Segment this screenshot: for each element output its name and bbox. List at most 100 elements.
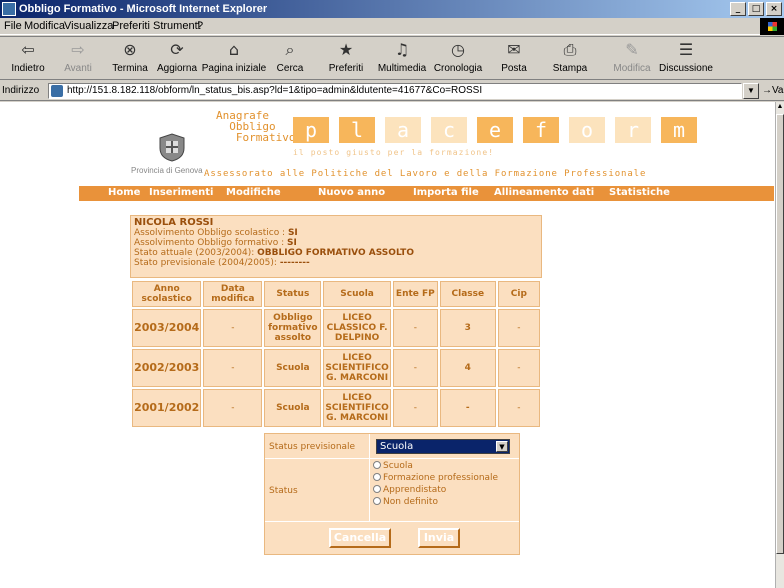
print-button[interactable]: ⎙ Stampa <box>542 39 598 74</box>
student-name: NICOLA ROSSI <box>134 217 214 228</box>
mail-button[interactable]: ✉ Posta <box>486 39 542 74</box>
refresh-button[interactable]: ⟳ Aggiorna <box>149 39 205 74</box>
nav-inserimenti[interactable]: Inserimenti <box>149 187 213 198</box>
nav-allineamento-dati[interactable]: Allineamento dati <box>494 187 594 198</box>
slogan: il posto giusto per la formazione! <box>293 148 495 157</box>
ie-icon <box>2 2 16 16</box>
search-icon: ⌕ <box>285 40 295 59</box>
radio-formazione-professionale[interactable]: Formazione professionale <box>373 472 498 484</box>
col-anno: Anno scolastico <box>132 281 202 307</box>
col-ente-fp: Ente FP <box>392 281 438 307</box>
cancel-button[interactable]: Cancella <box>329 528 391 548</box>
nav-home[interactable]: Home <box>108 187 140 198</box>
nav-nuovo-anno[interactable]: Nuovo anno <box>318 187 385 198</box>
discussion-button[interactable]: ☰ Discussione <box>658 39 714 74</box>
scroll-up-icon[interactable]: ▲ <box>776 102 784 112</box>
form-divider <box>369 434 370 521</box>
address-label: Indirizzo <box>2 85 40 96</box>
province-name: Provincia di Genova <box>131 166 203 175</box>
forward-button[interactable]: ⇨ Avanti <box>50 39 106 74</box>
mail-icon: ✉ <box>507 40 521 59</box>
favorites-icon: ★ <box>338 40 354 59</box>
assessorato-title: Assessorato alle Politiche del Lavoro e … <box>204 169 647 179</box>
menu-preferiti[interactable]: Preferiti <box>112 20 150 32</box>
radio-button[interactable] <box>373 473 381 481</box>
table-header-row: Anno scolastico Data modifica Status Scu… <box>132 281 540 307</box>
browser-window: Obbligo Formativo - Microsoft Internet E… <box>0 0 784 588</box>
province-crest-icon <box>159 133 185 162</box>
media-button[interactable]: ♫ Multimedia <box>374 39 430 74</box>
radio-non-definito[interactable]: Non definito <box>373 496 498 508</box>
status-label: Status <box>269 486 298 496</box>
forward-arrow-icon: ⇨ <box>71 40 85 59</box>
menu-strumenti[interactable]: Strumenti <box>153 20 200 32</box>
radio-button[interactable] <box>373 485 381 493</box>
minimize-icon[interactable]: _ <box>730 2 746 16</box>
col-scuola: Scuola <box>323 281 391 307</box>
menu-file[interactable]: File <box>4 20 22 32</box>
radio-button[interactable] <box>373 497 381 505</box>
scroll-thumb[interactable] <box>776 114 784 554</box>
media-icon: ♫ <box>394 40 410 59</box>
menu-visualizza[interactable]: Visualizza <box>64 20 113 32</box>
home-icon: ⌂ <box>228 40 240 59</box>
obbligo-scolastico-line: Assolvimento Obbligo scolastico : SI <box>134 228 298 238</box>
favorites-button[interactable]: ★ Preferiti <box>318 39 374 74</box>
page-content: Provincia di Genova Anagrafe Obbligo For… <box>0 102 775 588</box>
home-button[interactable]: ⌂ Pagina iniziale <box>200 39 268 74</box>
stato-attuale-line: Stato attuale (2003/2004): OBBLIGO FORMA… <box>134 248 414 258</box>
windows-logo-icon <box>760 18 784 35</box>
main-nav: Home Inserimenti Modifiche Nuovo anno Im… <box>79 186 774 201</box>
history-button[interactable]: ◷ Cronologia <box>430 39 486 74</box>
title-bar: Obbligo Formativo - Microsoft Internet E… <box>0 0 784 18</box>
status-previsionale-select[interactable]: Scuola ▼ <box>376 439 510 454</box>
vertical-scrollbar[interactable]: ▲ <box>775 102 784 588</box>
nav-modifiche[interactable]: Modifiche <box>226 187 281 198</box>
search-button[interactable]: ⌕ Cerca <box>262 39 318 74</box>
edit-button[interactable]: ✎ Modifica <box>604 39 660 74</box>
col-status: Status <box>264 281 322 307</box>
refresh-icon: ⟳ <box>170 40 184 59</box>
address-dropdown-icon[interactable]: ▼ <box>743 83 759 99</box>
close-icon[interactable]: × <box>766 2 782 16</box>
address-input[interactable]: http://151.8.182.118/obform/ln_status_bi… <box>48 83 742 99</box>
print-icon: ⎙ <box>563 40 577 59</box>
nav-statistiche[interactable]: Statistiche <box>609 187 670 198</box>
stop-icon: ⊗ <box>123 40 137 59</box>
discuss-icon: ☰ <box>678 40 694 59</box>
radio-apprendistato[interactable]: Apprendistato <box>373 484 498 496</box>
history-icon: ◷ <box>451 40 465 59</box>
back-arrow-icon: ⇦ <box>21 40 35 59</box>
go-button[interactable]: →Vai <box>762 85 784 96</box>
table-row: 2003/2004 - Obbligo formativo assolto LI… <box>132 309 540 347</box>
page-icon <box>51 85 63 97</box>
status-previsionale-label: Status previsionale <box>269 442 356 452</box>
menu-help[interactable]: ? <box>197 20 203 32</box>
table-row: 2002/2003 - Scuola LICEO SCIENTIFICO G. … <box>132 349 540 387</box>
col-classe: Classe <box>439 281 496 307</box>
maximize-icon[interactable]: □ <box>748 2 764 16</box>
radio-scuola[interactable]: Scuola <box>373 460 498 472</box>
history-table: Anno scolastico Data modifica Status Scu… <box>130 279 542 429</box>
col-data-modifica: Data modifica <box>203 281 263 307</box>
menu-modifica[interactable]: Modifica <box>24 20 65 32</box>
window-title: Obbligo Formativo - Microsoft Internet E… <box>19 3 268 15</box>
table-row: 2001/2002 - Scuola LICEO SCIENTIFICO G. … <box>132 389 540 427</box>
obbligo-formativo-line: Assolvimento Obbligo formativo : SI <box>134 238 297 248</box>
toolbar: ⇦ Indietro ⇨ Avanti ⊗ Termina ⟳ Aggiorna ⌂ Pa… <box>0 36 784 80</box>
col-cip: Cip <box>497 281 540 307</box>
chevron-down-icon[interactable]: ▼ <box>496 441 508 452</box>
form-divider <box>265 458 519 459</box>
anagrafe-logo: Anagrafe Obbligo Formativo <box>216 109 296 144</box>
placeform-logo: p l a c e f o r m <box>293 117 697 143</box>
student-summary: NICOLA ROSSI Assolvimento Obbligo scolas… <box>130 215 542 278</box>
submit-button[interactable]: Invia <box>418 528 460 548</box>
stato-previsionale-line: Stato previsionale (2004/2005): -------- <box>134 258 310 268</box>
address-bar: Indirizzo http://151.8.182.118/obform/ln… <box>0 81 784 101</box>
edit-icon: ✎ <box>625 40 639 59</box>
back-button[interactable]: ⇦ Indietro <box>0 39 56 74</box>
form-divider <box>265 521 519 522</box>
nav-importa-file[interactable]: Importa file <box>413 187 479 198</box>
status-form: Status previsionale Scuola ▼ Status Scuo… <box>264 433 520 555</box>
radio-button[interactable] <box>373 461 381 469</box>
